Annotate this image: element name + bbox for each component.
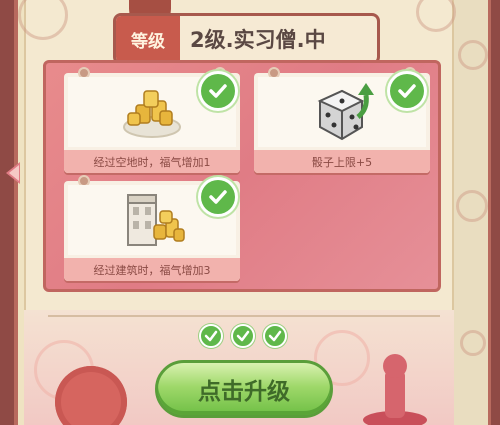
reward-label: 经过建筑时，福气增加3 bbox=[64, 258, 240, 281]
rewards-board: 经过空地时，福气增加1 骰子上限+5 经过建筑时，福气增加3 bbox=[43, 60, 441, 292]
prev-page-arrow-icon[interactable] bbox=[6, 162, 20, 184]
level-title-tab: 等级 2级.实习僧.中 bbox=[113, 13, 380, 65]
completed-check-icon bbox=[198, 71, 238, 111]
completed-check-icon bbox=[198, 177, 238, 217]
right-decor-strip bbox=[450, 0, 488, 425]
reward-label: 骰子上限+5 bbox=[254, 150, 430, 173]
progress-check-icon bbox=[263, 324, 287, 348]
completed-check-icon bbox=[387, 71, 427, 111]
upgrade-button[interactable]: 点击升级 bbox=[155, 360, 333, 418]
progress-check-icon bbox=[199, 324, 223, 348]
section-divider bbox=[48, 315, 440, 317]
level-name: 2级.实习僧.中 bbox=[190, 28, 326, 52]
reward-label: 经过空地时，福气增加1 bbox=[64, 150, 240, 173]
rank-badge: 等级 bbox=[116, 16, 180, 62]
progress-check-icon bbox=[231, 324, 255, 348]
right-frame-border bbox=[488, 0, 500, 425]
left-frame-border bbox=[0, 0, 18, 425]
stamp-handle-icon bbox=[363, 354, 427, 425]
progress-indicators bbox=[199, 324, 291, 348]
